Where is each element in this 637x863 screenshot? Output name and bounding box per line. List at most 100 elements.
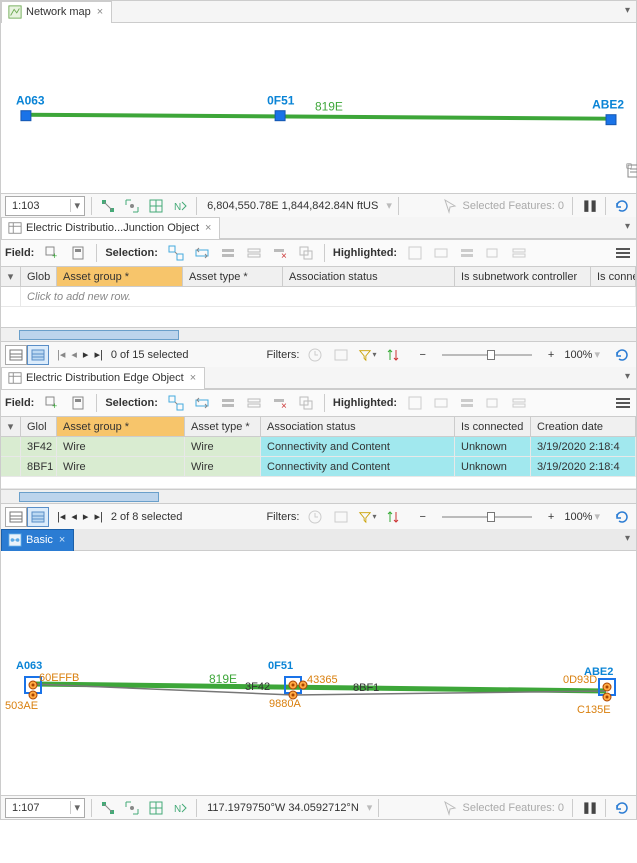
hl-1-icon[interactable] xyxy=(405,393,425,413)
clear-selection-icon[interactable] xyxy=(244,393,264,413)
scroll-thumb[interactable] xyxy=(19,492,159,502)
close-icon[interactable]: × xyxy=(188,372,198,384)
prev-record-button[interactable]: ◂ xyxy=(69,348,79,361)
first-record-button[interactable]: |◂ xyxy=(55,348,67,361)
panel-menu-caret[interactable]: ▾ xyxy=(625,221,630,232)
filter-time-icon[interactable] xyxy=(305,507,325,527)
select-swap-icon[interactable] xyxy=(192,243,212,263)
chevron-down-icon[interactable]: ▾ xyxy=(70,199,85,212)
field-add-icon[interactable]: + xyxy=(42,393,62,413)
panel-menu-caret[interactable]: ▾ xyxy=(625,533,630,544)
network-map-canvas[interactable]: A063 0F51 ABE2 819E xyxy=(1,23,636,193)
copy-selection-icon[interactable] xyxy=(296,243,316,263)
refresh-button[interactable] xyxy=(612,345,632,365)
hl-4-icon[interactable] xyxy=(483,243,503,263)
col-association-status[interactable]: Association status xyxy=(261,417,455,436)
edge-hscrollbar[interactable] xyxy=(1,489,636,503)
snap-tool-2-icon[interactable] xyxy=(122,196,142,216)
view-all-button[interactable] xyxy=(5,507,27,527)
panel-menu-caret[interactable]: ▾ xyxy=(625,5,630,16)
col-globalid[interactable]: Glob xyxy=(21,267,57,286)
hl-5-icon[interactable] xyxy=(509,393,529,413)
col-asset-group[interactable]: Asset group * xyxy=(57,267,183,286)
filter-updown-icon[interactable] xyxy=(383,507,403,527)
refresh-button[interactable] xyxy=(612,507,632,527)
zoom-plus[interactable]: + xyxy=(544,511,558,523)
chevron-down-icon[interactable]: ▾ xyxy=(1,417,21,436)
hl-3-icon[interactable] xyxy=(457,243,477,263)
select-related-icon[interactable] xyxy=(166,393,186,413)
select-swap-icon[interactable] xyxy=(192,393,212,413)
junction-hscrollbar[interactable] xyxy=(1,327,636,341)
map-postit-icon[interactable] xyxy=(626,163,632,169)
scale-combo[interactable]: 1:103 ▾ xyxy=(5,196,85,216)
col-asset-group[interactable]: Asset group * xyxy=(57,417,185,436)
view-selected-button[interactable] xyxy=(27,345,49,365)
zoom-slider[interactable] xyxy=(442,516,532,518)
chevron-down-icon[interactable]: ▾ xyxy=(1,267,21,286)
close-icon[interactable]: × xyxy=(95,6,105,18)
col-creation-date[interactable]: Creation date xyxy=(531,417,636,436)
select-all-icon[interactable] xyxy=(218,243,238,263)
chevron-down-icon[interactable]: ▾ xyxy=(594,510,600,523)
col-asset-type[interactable]: Asset type * xyxy=(183,267,283,286)
filter-updown-icon[interactable] xyxy=(383,345,403,365)
last-record-button[interactable]: ▸| xyxy=(92,348,104,361)
junction-grid-body[interactable]: Click to add new row. xyxy=(1,287,636,327)
hl-2-icon[interactable] xyxy=(431,243,451,263)
view-selected-button[interactable] xyxy=(27,507,49,527)
hl-2-icon[interactable] xyxy=(431,393,451,413)
tab-basic[interactable]: Basic × xyxy=(1,529,74,551)
view-all-button[interactable] xyxy=(5,345,27,365)
filter-extent-icon[interactable] xyxy=(331,507,351,527)
table-row[interactable]: 8BF1 Wire Wire Connectivity and Content … xyxy=(1,457,636,477)
grid-tool-icon[interactable] xyxy=(146,798,166,818)
chevron-down-icon[interactable]: ▾ xyxy=(367,801,373,814)
field-add-icon[interactable]: + xyxy=(42,243,62,263)
scroll-thumb[interactable] xyxy=(19,330,179,340)
basic-diagram-canvas[interactable]: A063 0F51 ABE2 60EFFB 503AE 819E 3F42 43… xyxy=(1,551,636,795)
panel-menu-caret[interactable]: ▾ xyxy=(625,371,630,382)
grid-tool-icon[interactable] xyxy=(146,196,166,216)
field-calc-icon[interactable] xyxy=(68,393,88,413)
hl-5-icon[interactable] xyxy=(509,243,529,263)
chevron-down-icon[interactable]: ▾ xyxy=(594,348,600,361)
pause-button[interactable]: ❚❚ xyxy=(579,196,599,216)
first-record-button[interactable]: |◂ xyxy=(55,510,67,523)
delete-selection-icon[interactable]: × xyxy=(270,393,290,413)
snap-tool-1-icon[interactable] xyxy=(98,798,118,818)
edge-grid-body[interactable]: 3F42 Wire Wire Connectivity and Content … xyxy=(1,437,636,489)
filter-time-icon[interactable] xyxy=(305,345,325,365)
col-globalid[interactable]: Glol xyxy=(21,417,57,436)
hl-4-icon[interactable] xyxy=(483,393,503,413)
field-calc-icon[interactable] xyxy=(68,243,88,263)
chevron-down-icon[interactable]: ▾ xyxy=(386,199,392,212)
add-row[interactable]: Click to add new row. xyxy=(1,287,636,307)
filter-extent-icon[interactable] xyxy=(331,345,351,365)
hamburger-menu-icon[interactable] xyxy=(614,246,632,260)
snap-tool-2-icon[interactable] xyxy=(122,798,142,818)
col-is-connected[interactable]: Is connect xyxy=(591,267,636,286)
col-subnetwork-controller[interactable]: Is subnetwork controller xyxy=(455,267,591,286)
next-record-button[interactable]: ▸ xyxy=(81,348,91,361)
filter-funnel-icon[interactable]: ▾ xyxy=(357,507,377,527)
col-association-status[interactable]: Association status xyxy=(283,267,455,286)
pause-button[interactable]: ❚❚ xyxy=(579,798,599,818)
hl-3-icon[interactable] xyxy=(457,393,477,413)
filter-funnel-icon[interactable]: ▾ xyxy=(357,345,377,365)
col-is-connected[interactable]: Is connected xyxy=(455,417,531,436)
last-record-button[interactable]: ▸| xyxy=(92,510,104,523)
iterate-tool-icon[interactable]: N xyxy=(170,196,190,216)
table-row[interactable] xyxy=(1,477,636,489)
tab-network-map[interactable]: Network map × xyxy=(1,1,112,23)
refresh-button[interactable] xyxy=(612,196,632,216)
copy-selection-icon[interactable] xyxy=(296,393,316,413)
refresh-button[interactable] xyxy=(612,798,632,818)
scale-combo[interactable]: 1:107 ▾ xyxy=(5,798,85,818)
tab-junction-object[interactable]: Electric Distributio...Junction Object × xyxy=(1,217,220,239)
select-related-icon[interactable] xyxy=(166,243,186,263)
close-icon[interactable]: × xyxy=(57,534,67,546)
delete-selection-icon[interactable]: × xyxy=(270,243,290,263)
table-row[interactable]: 3F42 Wire Wire Connectivity and Content … xyxy=(1,437,636,457)
chevron-down-icon[interactable]: ▾ xyxy=(70,801,85,814)
